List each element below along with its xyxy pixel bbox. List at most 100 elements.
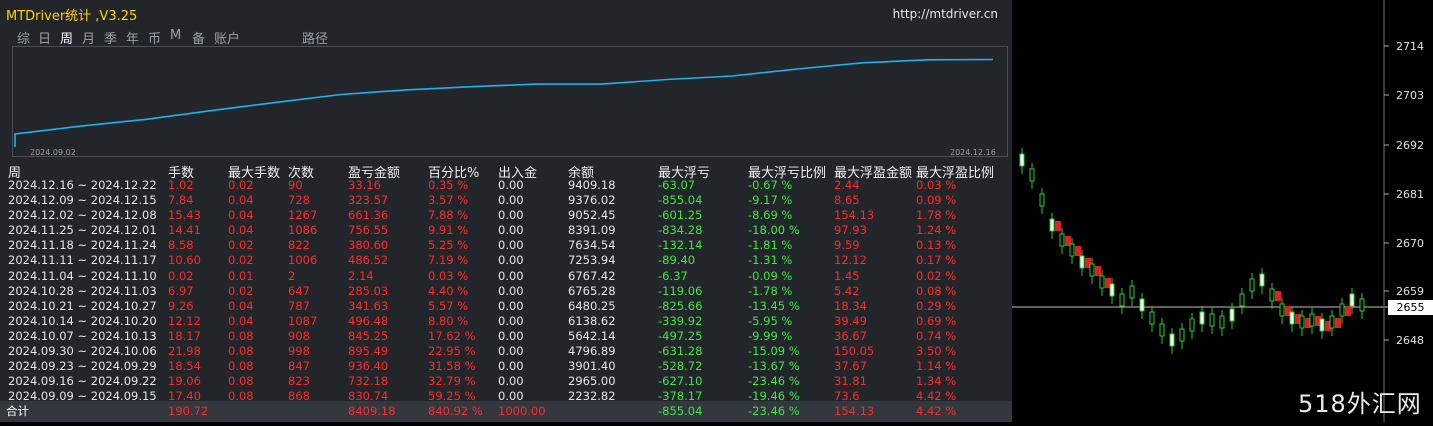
tab-6[interactable]: 币 bbox=[148, 28, 161, 47]
cell-8: -825.66 bbox=[658, 298, 703, 313]
cell-9: -1.31 % bbox=[748, 253, 793, 268]
cell-4: 661.36 bbox=[348, 208, 389, 223]
table-row[interactable]: 2024.09.16 ~ 2024.09.22 19.06 0.08 823 732.1… bbox=[0, 374, 1012, 389]
trade-marker bbox=[1335, 318, 1341, 328]
cell-0: 2024.09.16 ~ 2024.09.22 bbox=[8, 374, 157, 389]
cell-4: 380.60 bbox=[348, 238, 389, 253]
cell-9: -18.00 % bbox=[748, 223, 800, 238]
cell-0: 2024.11.25 ~ 2024.12.01 bbox=[8, 223, 157, 238]
cell-0: 2024.10.07 ~ 2024.10.13 bbox=[8, 328, 157, 343]
table-row[interactable]: 2024.11.11 ~ 2024.11.17 10.60 0.02 1006 486.… bbox=[0, 253, 1012, 268]
cell-3: 847 bbox=[288, 359, 310, 374]
cell-4: 285.03 bbox=[348, 283, 389, 298]
candle-body bbox=[1239, 293, 1245, 307]
cell-7: 9376.02 bbox=[568, 193, 616, 208]
total-cell-4: 8409.18 bbox=[348, 404, 396, 418]
equity-curve bbox=[12, 46, 1008, 157]
table-row[interactable]: 2024.10.14 ~ 2024.10.20 12.12 0.04 1087 496.… bbox=[0, 314, 1012, 329]
cell-8: -6.37 bbox=[658, 268, 688, 283]
cell-2: 0.08 bbox=[228, 374, 254, 389]
cell-4: 732.18 bbox=[348, 374, 389, 389]
cell-10: 2.44 bbox=[834, 178, 860, 192]
cell-6: 0.00 bbox=[498, 313, 524, 328]
cell-7: 6767.42 bbox=[568, 268, 616, 283]
table-row[interactable]: 2024.12.09 ~ 2024.12.15 7.84 0.04 728 323.57… bbox=[0, 193, 1012, 208]
total-cell-6: 1000.00 bbox=[498, 404, 546, 418]
tab-4[interactable]: 季 bbox=[104, 28, 117, 47]
price-label: 2692 bbox=[1396, 139, 1424, 152]
cell-6: 0.00 bbox=[498, 223, 524, 238]
cell-2: 0.02 bbox=[228, 283, 254, 298]
cell-1: 14.41 bbox=[168, 223, 201, 238]
cell-7: 6138.62 bbox=[568, 313, 616, 328]
candle-body bbox=[1309, 313, 1315, 327]
table-row[interactable]: 2024.12.02 ~ 2024.12.08 15.43 0.04 1267 661.… bbox=[0, 208, 1012, 223]
cell-0: 2024.12.16 ~ 2024.12.22 bbox=[8, 178, 157, 192]
table-row[interactable]: 2024.11.04 ~ 2024.11.10 0.02 0.01 2 2.14 0.03… bbox=[0, 269, 1012, 284]
candle-body bbox=[1189, 318, 1195, 332]
candle-body bbox=[1339, 303, 1345, 317]
cell-5: 22.95 % bbox=[428, 344, 476, 359]
tab-0[interactable]: 综 bbox=[17, 28, 30, 47]
cell-10: 31.81 bbox=[834, 374, 867, 389]
tab-9[interactable]: 账户 bbox=[214, 28, 240, 47]
watermark-text: 518外汇网 bbox=[1298, 390, 1422, 418]
curve-start-date: 2024.09.02 bbox=[30, 148, 76, 157]
cell-7: 4796.89 bbox=[568, 344, 616, 359]
cell-0: 2024.11.04 ~ 2024.11.10 bbox=[8, 268, 157, 283]
table-row[interactable]: 2024.12.16 ~ 2024.12.22 1.02 0.02 90 33.16 0.… bbox=[0, 178, 1012, 193]
total-cell-8: -855.04 bbox=[658, 404, 703, 418]
cell-1: 1.02 bbox=[168, 178, 194, 192]
cell-3: 908 bbox=[288, 328, 310, 343]
cell-5: 9.91 % bbox=[428, 223, 469, 238]
cell-11: 0.08 % bbox=[916, 283, 957, 298]
tab-7[interactable]: M bbox=[170, 28, 181, 43]
tab-1[interactable]: 日 bbox=[38, 28, 51, 47]
cell-6: 0.00 bbox=[498, 268, 524, 283]
price-label: 2670 bbox=[1396, 237, 1424, 250]
tab-2[interactable]: 周 bbox=[60, 28, 73, 47]
cell-5: 8.80 % bbox=[428, 313, 469, 328]
candle-body bbox=[1059, 233, 1065, 247]
candle-body bbox=[1319, 318, 1325, 332]
table-row[interactable]: 2024.10.28 ~ 2024.11.03 6.97 0.02 647 285.03… bbox=[0, 284, 1012, 299]
table-header: 周手数 最大手数 次数 盈亏金额 百分比% 出入金 余额 最大浮亏 最大浮亏比例 最大浮盈金额 最大… bbox=[0, 162, 1012, 181]
cell-2: 0.08 bbox=[228, 328, 254, 343]
table-row[interactable]: 2024.10.21 ~ 2024.10.27 9.26 0.04 787 341.63… bbox=[0, 299, 1012, 314]
cell-6: 0.00 bbox=[498, 283, 524, 298]
cell-4: 845.25 bbox=[348, 328, 389, 343]
cell-8: -601.25 bbox=[658, 208, 703, 223]
table-row[interactable]: 2024.11.25 ~ 2024.12.01 14.41 0.04 1086 756.… bbox=[0, 223, 1012, 238]
trade-marker bbox=[1095, 266, 1101, 276]
table-row[interactable]: 2024.09.23 ~ 2024.09.29 18.54 0.08 847 936.4… bbox=[0, 359, 1012, 374]
tab-3[interactable]: 月 bbox=[82, 28, 95, 47]
website-link[interactable]: http://mtdriver.cn bbox=[893, 7, 998, 21]
cell-9: -1.78 % bbox=[748, 283, 793, 298]
cell-8: -339.92 bbox=[658, 313, 703, 328]
cell-2: 0.04 bbox=[228, 208, 254, 223]
cell-7: 8391.09 bbox=[568, 223, 616, 238]
cell-7: 6765.28 bbox=[568, 283, 616, 298]
title-bar: MTDriver统计 ,V3.25 http://mtdriver.cn bbox=[0, 0, 1012, 26]
table-row[interactable]: 2024.09.30 ~ 2024.10.06 21.98 0.08 998 895.4… bbox=[0, 344, 1012, 359]
table-row[interactable]: 2024.11.18 ~ 2024.11.24 8.58 0.02 822 380.60… bbox=[0, 238, 1012, 253]
candle-body bbox=[1269, 288, 1275, 302]
total-cell-1: 190.72 bbox=[168, 404, 209, 418]
cell-3: 1086 bbox=[288, 223, 318, 238]
cell-11: 1.14 % bbox=[916, 359, 957, 374]
cell-5: 3.57 % bbox=[428, 193, 469, 208]
equity-curve-svg bbox=[12, 46, 1008, 157]
cell-9: -1.81 % bbox=[748, 238, 793, 253]
tab-10[interactable]: 路径 bbox=[302, 28, 328, 47]
cell-2: 0.08 bbox=[228, 344, 254, 359]
cell-5: 31.58 % bbox=[428, 359, 476, 374]
cell-11: 0.74 % bbox=[916, 328, 957, 343]
cell-3: 823 bbox=[288, 374, 310, 389]
candle-body bbox=[1139, 298, 1145, 312]
tab-5[interactable]: 年 bbox=[126, 28, 139, 47]
table-row[interactable]: 2024.10.07 ~ 2024.10.13 18.17 0.08 908 845.2… bbox=[0, 329, 1012, 344]
cell-3: 1087 bbox=[288, 313, 318, 328]
candle-body bbox=[1099, 275, 1105, 289]
cell-10: 8.65 bbox=[834, 193, 860, 208]
tab-8[interactable]: 备 bbox=[192, 28, 205, 47]
